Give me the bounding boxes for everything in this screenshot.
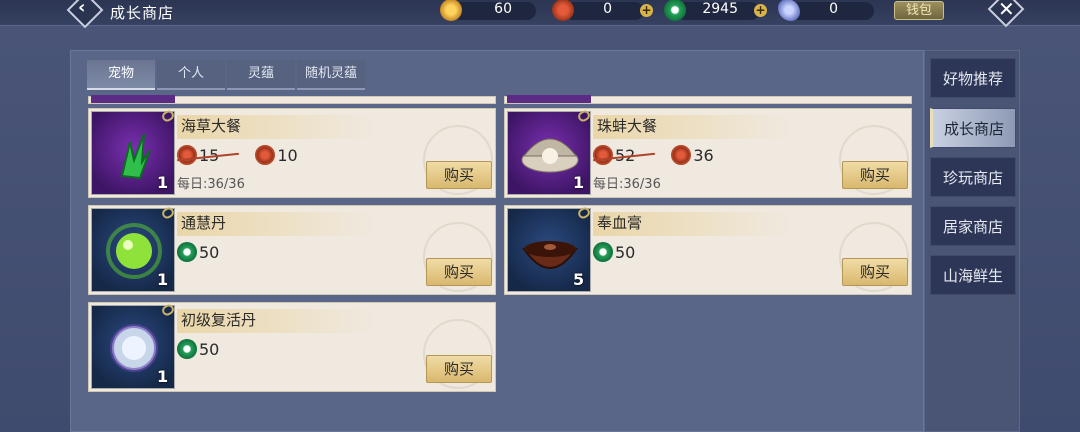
item-quantity: 1 bbox=[157, 367, 169, 386]
green-jade-icon bbox=[177, 339, 197, 359]
buy-button[interactable]: 购买 bbox=[842, 258, 908, 286]
item-price: 50 bbox=[593, 240, 635, 264]
list-item-partial bbox=[504, 95, 912, 104]
list-item[interactable]: 1 初级复活丹 50 购买 bbox=[88, 302, 496, 392]
currency-green: 2945 + bbox=[664, 0, 774, 22]
item-quantity: 1 bbox=[157, 270, 169, 289]
currency-value: 2945 bbox=[702, 1, 738, 17]
currency-blue: 0 bbox=[778, 0, 878, 22]
thumb-partial bbox=[507, 95, 591, 103]
green-jade-icon bbox=[177, 242, 197, 262]
red-coin-icon bbox=[255, 145, 276, 165]
daily-limit: 每日:36/36 bbox=[177, 177, 245, 192]
tab-pet[interactable]: 宠物 bbox=[87, 60, 155, 90]
item-name: 通慧丹 bbox=[177, 212, 377, 236]
tab-lingyun[interactable]: 灵蕴 bbox=[227, 60, 295, 90]
currency-gold: 60 bbox=[440, 0, 540, 22]
page-title: 成长商店 bbox=[110, 4, 175, 22]
buy-button[interactable]: 购买 bbox=[426, 258, 492, 286]
red-coin-icon bbox=[593, 145, 613, 165]
sale-price: 36 bbox=[693, 145, 714, 165]
buy-button[interactable]: 购买 bbox=[426, 355, 492, 383]
add-green-jade-button[interactable]: + bbox=[754, 4, 767, 17]
item-price: 15 10 bbox=[177, 143, 298, 167]
item-name: 海草大餐 bbox=[177, 115, 377, 139]
currency-value: 0 bbox=[603, 1, 612, 17]
blue-crystal-icon bbox=[778, 0, 800, 21]
gold-coin-icon bbox=[440, 0, 462, 21]
close-icon: ✕ bbox=[998, 0, 1015, 21]
sidebar-item-growth-shop[interactable]: 成长商店 bbox=[930, 108, 1016, 148]
item-name: 奉血膏 bbox=[593, 212, 793, 236]
tab-personal[interactable]: 个人 bbox=[157, 60, 225, 90]
green-jade-icon bbox=[593, 242, 613, 262]
sidebar-item-seafood[interactable]: 山海鲜生 bbox=[930, 255, 1016, 295]
wallet-button[interactable]: 钱包 bbox=[894, 1, 944, 20]
original-price: 52 bbox=[615, 145, 636, 165]
red-coin-icon bbox=[552, 0, 574, 21]
category-tabs: 宠物 个人 灵蕴 随机灵蕴 bbox=[87, 60, 367, 90]
currency-red: 0 + bbox=[552, 0, 662, 22]
price-value: 50 bbox=[615, 242, 636, 262]
item-price: 50 bbox=[177, 337, 219, 361]
price-value: 50 bbox=[199, 242, 220, 262]
item-price: 52 36 bbox=[593, 143, 714, 167]
list-item[interactable]: 5 奉血膏 50 购买 bbox=[504, 205, 912, 295]
buy-button[interactable]: 购买 bbox=[842, 161, 908, 189]
daily-limit: 每日:36/36 bbox=[593, 177, 661, 192]
back-button[interactable]: ‹ bbox=[66, 0, 104, 29]
list-item[interactable]: 1 海草大餐 15 10 每日:36/36 购买 bbox=[88, 108, 496, 198]
price-value: 50 bbox=[199, 339, 220, 359]
red-coin-icon bbox=[671, 145, 692, 165]
item-quantity: 5 bbox=[573, 270, 585, 289]
red-coin-icon bbox=[177, 145, 197, 165]
green-jade-icon bbox=[664, 0, 686, 21]
shop-screen: ‹ 成长商店 60 0 + 2945 + 0 钱包 ✕ 宠物 个人 灵蕴 随机灵… bbox=[0, 0, 1080, 432]
sidebar-item-recommended[interactable]: 好物推荐 bbox=[930, 58, 1016, 98]
currency-value: 0 bbox=[829, 1, 838, 17]
sidebar-item-home-shop[interactable]: 居家商店 bbox=[930, 206, 1016, 246]
list-item[interactable]: 1 珠蚌大餐 52 36 每日:36/36 购买 bbox=[504, 108, 912, 198]
item-quantity: 1 bbox=[573, 173, 585, 192]
thumb-partial bbox=[91, 95, 175, 103]
add-red-coin-button[interactable]: + bbox=[640, 4, 653, 17]
sale-price: 10 bbox=[277, 145, 298, 165]
item-name: 初级复活丹 bbox=[177, 309, 377, 333]
currency-value: 60 bbox=[494, 1, 512, 17]
close-button[interactable]: ✕ bbox=[987, 0, 1025, 28]
item-quantity: 1 bbox=[157, 173, 169, 192]
item-name: 珠蚌大餐 bbox=[593, 115, 793, 139]
list-item[interactable]: 1 通慧丹 50 购买 bbox=[88, 205, 496, 295]
top-bar: ‹ 成长商店 60 0 + 2945 + 0 钱包 ✕ bbox=[0, 0, 1080, 29]
original-price: 15 bbox=[199, 145, 220, 165]
sidebar-item-treasure-shop[interactable]: 珍玩商店 bbox=[930, 157, 1016, 197]
item-price: 50 bbox=[177, 240, 219, 264]
chevron-left-icon: ‹ bbox=[78, 0, 86, 18]
tab-random-lingyun[interactable]: 随机灵蕴 bbox=[297, 60, 365, 90]
list-item-partial bbox=[88, 95, 496, 104]
buy-button[interactable]: 购买 bbox=[426, 161, 492, 189]
